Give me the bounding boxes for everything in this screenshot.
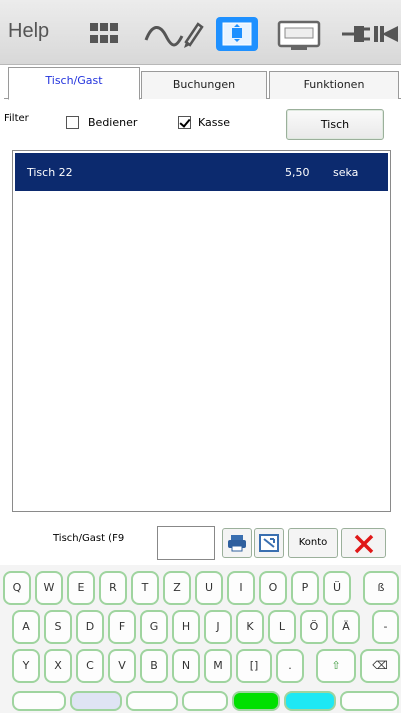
key-c[interactable]: C [76,649,104,683]
key-blank-4[interactable] [182,691,228,711]
key-cyan[interactable] [284,691,336,711]
backspace-key[interactable]: ⌫ [360,649,400,683]
plug-icon[interactable] [338,14,401,54]
view-button[interactable] [254,528,284,558]
tab-buchungen[interactable]: Buchungen [141,71,267,99]
table-list[interactable]: Tisch 22 5,50 seka [12,150,391,512]
monitor-icon[interactable] [275,14,325,54]
key-o[interactable]: O [259,571,287,605]
tisch-gast-input[interactable] [157,526,215,560]
bediener-label: Bediener [88,116,138,129]
key-r[interactable]: R [99,571,127,605]
key-n[interactable]: N [172,649,200,683]
kasse-label: Kasse [198,116,230,129]
tisch-gast-label: Tisch/Gast (F9 [53,533,125,544]
key-m[interactable]: M [204,649,232,683]
filter-label: Filter [4,113,29,124]
key-z[interactable]: Z [163,571,191,605]
keyboard-row-4 [0,691,401,727]
close-icon [354,534,374,554]
list-item[interactable]: Tisch 22 5,50 seka [15,153,388,191]
list-item-user: seka [333,166,359,179]
key-y[interactable]: Y [12,649,40,683]
key-oe[interactable]: Ö [300,610,328,644]
print-button[interactable] [222,528,252,558]
kasse-checkbox[interactable] [178,116,191,129]
tab-funktionen[interactable]: Funktionen [269,71,399,99]
key-v[interactable]: V [108,649,136,683]
key-d[interactable]: D [76,610,104,644]
key-a[interactable]: A [12,610,40,644]
window-icon [259,534,279,552]
key-s[interactable]: S [44,610,72,644]
key-ue[interactable]: Ü [323,571,351,605]
key-blank-3[interactable] [126,691,178,711]
key-j[interactable]: J [204,610,232,644]
tab-tisch-gast[interactable]: Tisch/Gast [8,67,140,100]
top-toolbar: Help [0,0,401,65]
screen-capture-icon[interactable] [214,14,260,54]
key-u[interactable]: U [195,571,223,605]
keyboard-row-2: A S D F G H J K L Ö Ä - [0,610,401,646]
key-q[interactable]: Q [3,571,31,605]
apps-icon[interactable] [84,14,124,54]
entry-row: Tisch/Gast (F9 Konto [0,520,401,564]
help-button[interactable]: Help [8,20,49,43]
key-w[interactable]: W [35,571,63,605]
keyboard-row-3: Y X C V B N M [] . ⇧ ⌫ [0,649,401,685]
key-x[interactable]: X [44,649,72,683]
key-i[interactable]: I [227,571,255,605]
key-l[interactable]: L [268,610,296,644]
key-green[interactable] [232,691,280,711]
close-button[interactable] [341,528,386,558]
key-period[interactable]: . [276,649,304,683]
shift-key[interactable]: ⇧ [316,649,356,683]
key-p[interactable]: P [291,571,319,605]
key-blank-5[interactable] [340,691,399,711]
bediener-checkbox[interactable] [66,116,79,129]
key-h[interactable]: H [172,610,200,644]
key-minus[interactable]: - [372,610,399,644]
key-e[interactable]: E [67,571,95,605]
key-ae[interactable]: Ä [332,610,360,644]
tisch-button[interactable]: Tisch [286,109,384,140]
list-item-name: Tisch 22 [27,166,73,179]
key-k[interactable]: K [236,610,264,644]
onscreen-keyboard: Q W E R T Z U I O P Ü ß A S D F G H J K … [0,565,401,713]
filter-row: Filter Bediener Kasse Tisch [0,106,401,146]
printer-icon [228,535,246,552]
tab-bar: Tisch/Gast Buchungen Funktionen [4,67,401,100]
key-t[interactable]: T [131,571,159,605]
keyboard-row-1: Q W E R T Z U I O P Ü ß [0,571,401,607]
konto-button[interactable]: Konto [288,528,338,558]
key-blank-2[interactable] [70,691,122,711]
list-item-amount: 5,50 [285,166,310,179]
key-blank-1[interactable] [12,691,66,711]
key-g[interactable]: G [140,610,168,644]
signature-icon[interactable] [142,14,204,54]
key-b[interactable]: B [140,649,168,683]
key-f[interactable]: F [108,610,136,644]
key-brackets[interactable]: [] [236,649,272,683]
key-sz[interactable]: ß [363,571,399,605]
